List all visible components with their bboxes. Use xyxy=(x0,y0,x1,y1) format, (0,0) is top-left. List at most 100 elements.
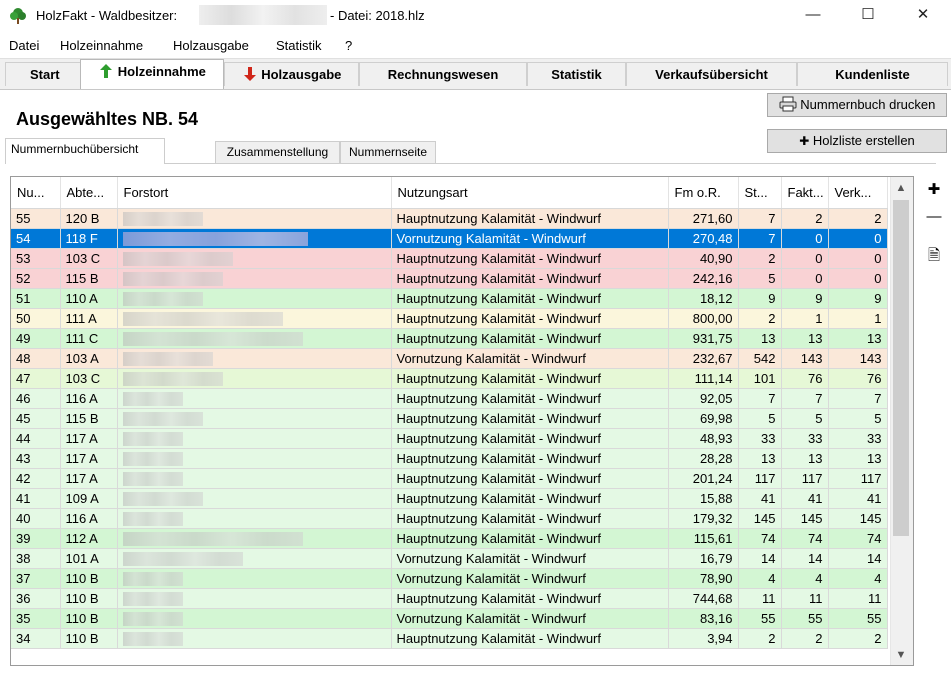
table-row[interactable]: 40 116 A Hauptnutzung Kalamität - Windwurf… xyxy=(11,508,888,529)
col-verkauft[interactable]: Verk... xyxy=(828,177,888,209)
menu-holzausgabe[interactable]: Holzausgabe xyxy=(173,38,249,53)
cell-nutzungsart: Hauptnutzung Kalamität - Windwurf xyxy=(391,428,669,449)
cell-abteilung: 110 B xyxy=(60,608,118,629)
cell-nutzungsart: Hauptnutzung Kalamität - Windwurf xyxy=(391,508,669,529)
subtab-nummernseite[interactable]: Nummernseite xyxy=(340,141,436,163)
page-title: Ausgewähltes NB. 54 xyxy=(16,109,199,129)
maximize-button[interactable]: ☐ xyxy=(845,0,891,30)
print-numberbook-button[interactable]: Nummernbuch drucken xyxy=(767,93,947,117)
cell-abteilung: 117 A xyxy=(60,468,118,489)
cell-verkauft: 7 xyxy=(828,388,888,409)
arrow-down-icon xyxy=(243,67,256,81)
tab-statistik[interactable]: Statistik xyxy=(527,62,626,86)
create-woodlist-button[interactable]: ✚ Holzliste erstellen xyxy=(767,129,947,153)
col-abteilung[interactable]: Abte... xyxy=(60,177,118,209)
cell-abteilung: 112 A xyxy=(60,528,118,549)
table-row[interactable]: 35 110 B Vornutzung Kalamität - Windwurf 83… xyxy=(11,608,888,629)
cell-festmeter: 48,93 xyxy=(668,428,739,449)
table-row[interactable]: 34 110 B Hauptnutzung Kalamität - Windwurf… xyxy=(11,628,888,649)
document-icon[interactable]: 🗎 xyxy=(924,246,944,266)
menu-datei[interactable]: Datei xyxy=(9,38,39,53)
table-row[interactable]: 42 117 A Hauptnutzung Kalamität - Windwurf… xyxy=(11,468,888,489)
cell-festmeter: 931,75 xyxy=(668,328,739,349)
tab-verkaufsuebersicht-label: Verkaufsübersicht xyxy=(655,67,768,82)
cell-fakturiert: 0 xyxy=(781,248,829,269)
cell-forstort xyxy=(117,308,392,329)
cell-nummer: 53 xyxy=(11,248,61,269)
cell-fakturiert: 9 xyxy=(781,288,829,309)
table-row[interactable]: 49 111 C Hauptnutzung Kalamität - Windwurf… xyxy=(11,328,888,349)
subtab-nummernbuchuebersicht[interactable]: Nummernbuchübersicht xyxy=(5,138,165,164)
cell-fakturiert: 14 xyxy=(781,548,829,569)
cell-stueck: 74 xyxy=(738,528,782,549)
subtab-zusammenstellung[interactable]: Zusammenstellung xyxy=(215,141,340,163)
table-row[interactable]: 52 115 B Hauptnutzung Kalamität - Windwurf… xyxy=(11,268,888,289)
forstort-redacted xyxy=(122,512,183,527)
cell-verkauft: 4 xyxy=(828,568,888,589)
table-row[interactable]: 55 120 B Hauptnutzung Kalamität - Windwurf… xyxy=(11,208,888,229)
menu-statistik[interactable]: Statistik xyxy=(276,38,322,53)
cell-stueck: 7 xyxy=(738,228,782,249)
tab-verkaufsuebersicht[interactable]: Verkaufsübersicht xyxy=(626,62,797,86)
col-fakturiert[interactable]: Fakt... xyxy=(781,177,829,209)
cell-abteilung: 117 A xyxy=(60,448,118,469)
table-row[interactable]: 46 116 A Hauptnutzung Kalamität - Windwurf… xyxy=(11,388,888,409)
cell-verkauft: 1 xyxy=(828,308,888,329)
table-row[interactable]: 53 103 C Hauptnutzung Kalamität - Windwurf… xyxy=(11,248,888,269)
table-row[interactable]: 51 110 A Hauptnutzung Kalamität - Windwurf… xyxy=(11,288,888,309)
cell-abteilung: 111 A xyxy=(60,308,118,329)
cell-nummer: 46 xyxy=(11,388,61,409)
table-row[interactable]: 47 103 C Hauptnutzung Kalamität - Windwurf… xyxy=(11,368,888,389)
tab-rechnungswesen-label: Rechnungswesen xyxy=(387,67,499,82)
minimize-button[interactable]: — xyxy=(790,0,836,30)
table-row[interactable]: 37 110 B Vornutzung Kalamität - Windwurf 78… xyxy=(11,568,888,589)
table-row[interactable]: 43 117 A Hauptnutzung Kalamität - Windwurf… xyxy=(11,448,888,469)
tab-holzeinnahme-label: Holzeinnahme xyxy=(117,64,206,79)
tab-start[interactable]: Start xyxy=(5,62,82,86)
menu-holzeinnahme[interactable]: Holzeinnahme xyxy=(60,38,143,53)
menu-help[interactable]: ? xyxy=(345,38,352,53)
cell-abteilung: 116 A xyxy=(60,388,118,409)
scrollbar-thumb[interactable] xyxy=(893,200,909,536)
col-nutzungsart[interactable]: Nutzungsart xyxy=(391,177,669,209)
cell-verkauft: 9 xyxy=(828,288,888,309)
tab-holzeinnahme[interactable]: Holzeinnahme xyxy=(80,59,224,89)
table-row[interactable]: 45 115 B Hauptnutzung Kalamität - Windwurf… xyxy=(11,408,888,429)
tab-holzausgabe[interactable]: Holzausgabe xyxy=(224,62,359,86)
table-row[interactable]: 38 101 A Vornutzung Kalamität - Windwurf 16… xyxy=(11,548,888,569)
cell-abteilung: 111 C xyxy=(60,328,118,349)
cell-nutzungsart: Hauptnutzung Kalamität - Windwurf xyxy=(391,488,669,509)
cell-nutzungsart: Hauptnutzung Kalamität - Windwurf xyxy=(391,448,669,469)
tree-icon xyxy=(10,8,26,24)
col-nummer[interactable]: Nu... xyxy=(11,177,61,209)
table-row[interactable]: 41 109 A Hauptnutzung Kalamität - Windwurf… xyxy=(11,488,888,509)
cell-verkauft: 117 xyxy=(828,468,888,489)
subtab-zusammenstellung-label: Zusammenstellung xyxy=(226,145,329,159)
cell-festmeter: 744,68 xyxy=(668,588,739,609)
cell-stueck: 9 xyxy=(738,288,782,309)
table-row[interactable]: 54 118 F Vornutzung Kalamität - Windwurf 27… xyxy=(11,228,888,249)
cell-fakturiert: 117 xyxy=(781,468,829,489)
remove-row-icon[interactable]: — xyxy=(924,207,944,227)
cell-festmeter: 78,90 xyxy=(668,568,739,589)
scroll-down-button[interactable]: ▼ xyxy=(890,645,912,665)
col-festmeter[interactable]: Fm o.R. xyxy=(668,177,739,209)
table-row[interactable]: 50 111 A Hauptnutzung Kalamität - Windwurf… xyxy=(11,308,888,329)
cell-forstort xyxy=(117,348,392,369)
table-row[interactable]: 48 103 A Vornutzung Kalamität - Windwurf 23… xyxy=(11,348,888,369)
scroll-up-button[interactable]: ▲ xyxy=(890,178,912,198)
add-row-icon[interactable]: ✚ xyxy=(924,180,944,200)
col-forstort[interactable]: Forstort xyxy=(117,177,392,209)
col-stueck[interactable]: St... xyxy=(738,177,782,209)
cell-nummer: 50 xyxy=(11,308,61,329)
table-row[interactable]: 36 110 B Hauptnutzung Kalamität - Windwurf… xyxy=(11,588,888,609)
cell-nummer: 48 xyxy=(11,348,61,369)
close-button[interactable]: ✕ xyxy=(900,0,946,30)
tab-kundenliste[interactable]: Kundenliste xyxy=(797,62,948,86)
table-row[interactable]: 44 117 A Hauptnutzung Kalamität - Windwurf… xyxy=(11,428,888,449)
tab-rechnungswesen[interactable]: Rechnungswesen xyxy=(359,62,527,86)
table-row[interactable]: 39 112 A Hauptnutzung Kalamität - Windwurf… xyxy=(11,528,888,549)
cell-stueck: 7 xyxy=(738,388,782,409)
cell-verkauft: 33 xyxy=(828,428,888,449)
cell-verkauft: 74 xyxy=(828,528,888,549)
